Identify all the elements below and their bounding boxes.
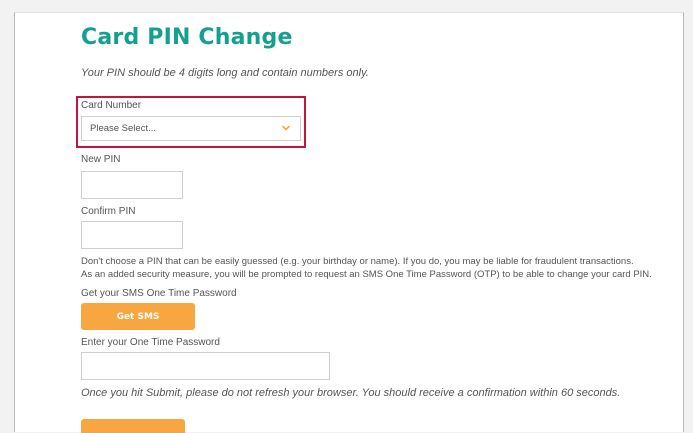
new-pin-label: New PIN — [81, 154, 121, 165]
pin-instructions: Your PIN should be 4 digits long and con… — [81, 67, 369, 79]
pin-warning-text: Don't choose a PIN that can be easily gu… — [81, 256, 634, 267]
card-number-select-value: Please Select... — [90, 123, 157, 134]
confirm-pin-input[interactable] — [81, 221, 183, 249]
page-container: Card PIN Change Your PIN should be 4 dig… — [14, 12, 684, 433]
submit-button[interactable] — [81, 419, 185, 433]
otp-input[interactable] — [81, 352, 330, 380]
chevron-down-icon — [282, 125, 290, 131]
page-title: Card PIN Change — [81, 25, 293, 50]
confirm-pin-label: Confirm PIN — [81, 206, 136, 217]
get-sms-button[interactable]: Get SMS — [81, 303, 195, 330]
new-pin-input[interactable] — [81, 171, 183, 199]
card-number-select[interactable]: Please Select... — [81, 116, 301, 141]
otp-security-text: As an added security measure, you will b… — [81, 269, 652, 280]
sms-otp-label: Get your SMS One Time Password — [81, 288, 237, 299]
otp-label: Enter your One Time Password — [81, 337, 220, 348]
card-number-label: Card Number — [81, 100, 142, 111]
submit-note: Once you hit Submit, please do not refre… — [81, 387, 621, 399]
